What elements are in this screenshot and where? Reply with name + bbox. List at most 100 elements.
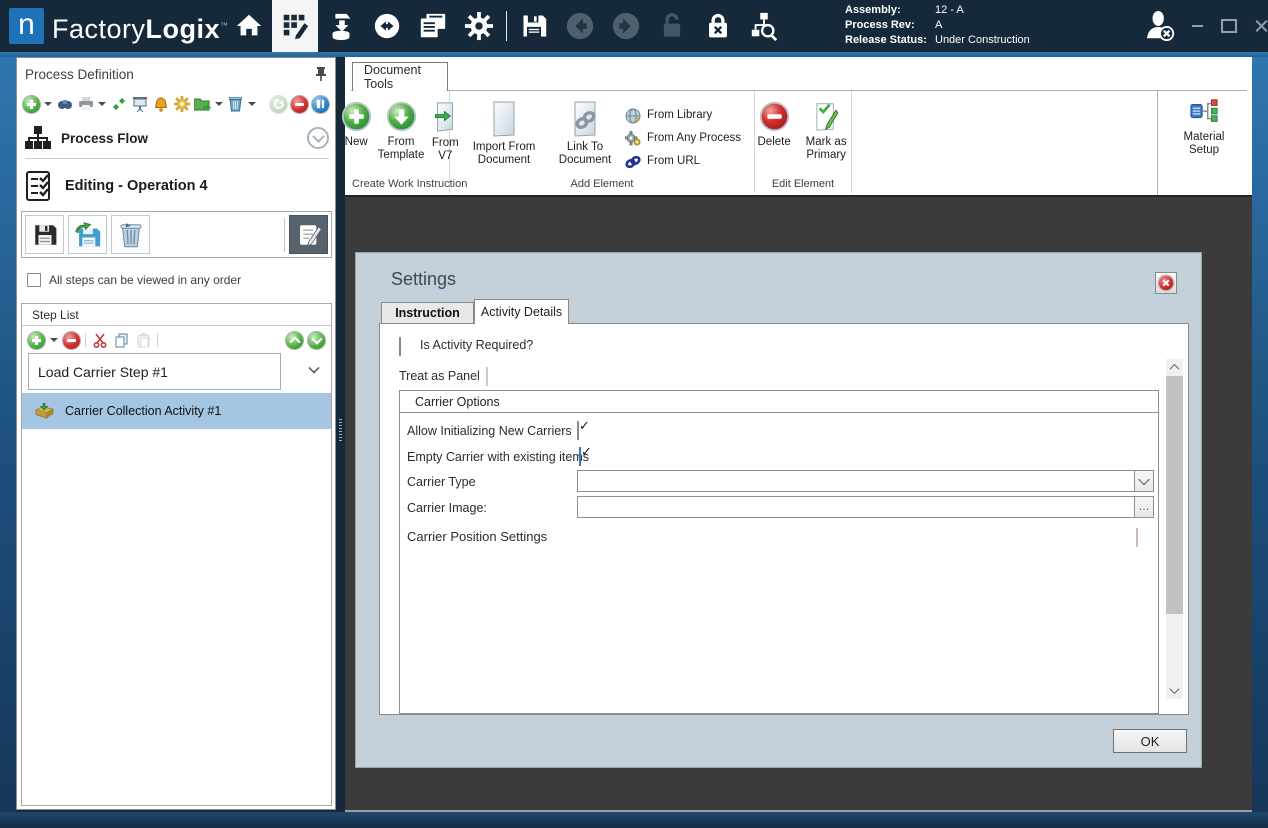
carrier-image-field[interactable]: … [577,496,1154,518]
order-checkbox[interactable] [27,273,41,287]
step-expand-chevron-icon[interactable] [308,362,320,374]
refresh-icon[interactable] [270,96,287,113]
save-button[interactable] [511,0,557,52]
material-setup-panel[interactable]: Material Setup [1157,91,1250,195]
scroll-down-icon[interactable] [1166,682,1183,699]
unlock-button[interactable] [649,0,695,52]
lock-close-button[interactable] [695,0,741,52]
step-list-item-selected[interactable]: Carrier Collection Activity #1 [22,393,331,429]
remove-icon[interactable] [291,96,308,113]
delete-icon [759,101,790,132]
empty-carrier-checkbox[interactable] [579,447,581,466]
cut-icon[interactable] [91,332,108,349]
treat-as-panel-checkbox [486,367,488,386]
tab-instruction[interactable]: Instruction [381,302,474,324]
delete-step-button[interactable] [111,215,150,254]
process-search-icon [749,11,779,41]
from-template-button[interactable]: From Template [378,101,425,162]
move-down-icon[interactable] [308,332,325,349]
carrier-type-input[interactable] [578,471,1134,491]
carrier-image-browse-button[interactable]: … [1134,497,1153,517]
close-button[interactable] [1250,15,1268,37]
export-dropdown-icon[interactable] [215,102,223,106]
print-icon[interactable] [77,96,94,113]
step-list-item-label: Carrier Collection Activity #1 [65,404,221,418]
is-activity-required-checkbox[interactable] [399,337,401,356]
home-button[interactable] [226,0,272,52]
delete-element-button[interactable]: Delete [755,101,793,149]
print-dropdown-icon[interactable] [98,102,106,106]
paste-icon[interactable] [135,332,152,349]
release-status-value: Under Construction [935,33,1030,48]
work-instruction-editor-button[interactable] [272,0,318,52]
import-data-button[interactable] [318,0,364,52]
order-checkbox-row[interactable]: All steps can be viewed in any order [27,273,241,287]
notify-icon[interactable] [152,96,169,113]
copy-icon[interactable] [113,332,130,349]
new-button[interactable]: New [341,101,372,149]
find-icon[interactable] [56,96,73,113]
scrollbar-thumb[interactable] [1166,376,1183,614]
process-search-button[interactable] [741,0,787,52]
add-step-icon[interactable] [28,332,45,349]
process-rev-label: Process Rev: [845,18,935,33]
settings-button[interactable] [456,0,502,52]
remove-step-icon[interactable] [63,332,80,349]
dialog-scrollbar[interactable] [1166,359,1183,699]
ok-button[interactable]: OK [1113,729,1187,753]
carrier-type-combobox[interactable] [577,470,1154,492]
move-up-icon[interactable] [286,332,303,349]
home-icon [234,11,264,41]
tab-activity-details[interactable]: Activity Details [474,299,569,324]
material-setup-icon [1189,97,1219,127]
brand-factory: Factory [52,14,146,44]
transfer-button[interactable] [364,0,410,52]
gear-icon [464,11,494,41]
database-delete-dropdown-icon[interactable] [248,102,256,106]
import-from-document-button[interactable]: Import From Document [463,101,545,167]
reports-button[interactable] [410,0,456,52]
back-button[interactable] [557,0,603,52]
allow-initializing-checkbox[interactable] [577,421,579,440]
pin-icon[interactable] [315,67,327,81]
pause-icon[interactable] [312,96,329,113]
minimize-button[interactable] [1186,15,1208,37]
process-flow-icon [25,125,51,151]
save-step-button[interactable] [25,215,64,254]
tab-document-tools[interactable]: Document Tools [352,62,448,91]
process-flow-row[interactable]: Process Flow [25,122,329,154]
dialog-close-button[interactable] [1155,272,1177,294]
panel-splitter[interactable] [336,57,345,812]
mark-as-primary-icon [812,101,840,132]
link-to-document-button[interactable]: Link To Document [553,101,617,167]
mark-as-primary-button[interactable]: Mark as Primary [801,101,851,162]
forward-button[interactable] [603,0,649,52]
configure-icon[interactable] [173,96,190,113]
add-dropdown-icon[interactable] [44,102,52,106]
dialog-title: Settings [391,269,456,290]
save-as-button[interactable] [68,215,107,254]
maximize-button[interactable] [1218,15,1240,37]
from-library-button[interactable]: From Library [625,107,741,124]
trash-icon [120,222,142,248]
user-signout-button[interactable] [1144,10,1178,42]
edit-note-button[interactable] [289,215,328,254]
allow-initializing-label: Allow Initializing New Carriers [407,424,572,438]
database-delete-icon[interactable] [227,96,244,113]
from-url-button[interactable]: From URL [625,153,741,170]
main-area: Document Tools New From Template From V7… [345,57,1252,812]
export-icon[interactable] [194,96,211,113]
add-icon[interactable] [23,96,40,113]
carrier-type-label: Carrier Type [407,475,476,489]
from-url-label: From URL [647,155,700,168]
step-combo[interactable]: Load Carrier Step #1 [28,353,281,390]
carrier-type-dropdown-icon[interactable] [1134,471,1153,491]
carrier-image-input[interactable] [578,497,1134,517]
circle-chevron-down-icon[interactable] [307,127,329,149]
reorder-icon[interactable] [110,96,127,113]
scroll-up-icon[interactable] [1166,359,1183,376]
present-icon[interactable] [131,96,148,113]
from-any-process-button[interactable]: From Any Process [625,130,741,147]
release-status-row: Release Status:Under Construction [845,33,1030,48]
add-step-dropdown-icon[interactable] [50,338,58,342]
